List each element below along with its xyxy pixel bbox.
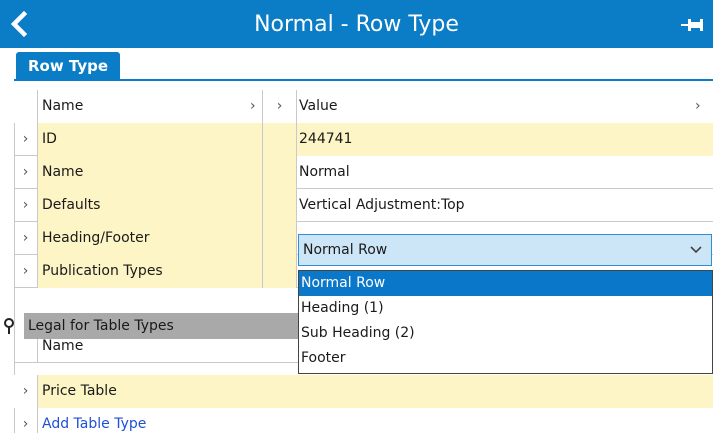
option-normal-row[interactable]: Normal Row xyxy=(299,271,712,296)
property-value-defaults[interactable]: Vertical Adjustment:Top xyxy=(297,189,713,222)
tab-strip: Row Type xyxy=(0,48,713,84)
heading-footer-select-value: Normal Row xyxy=(303,242,388,258)
row-spacer xyxy=(263,222,297,255)
property-label: Name xyxy=(38,156,263,189)
legal-add-row[interactable]: › Add Table Type xyxy=(14,408,713,433)
legal-section-header: Legal for Table Types xyxy=(0,313,298,339)
row-spacer xyxy=(263,189,297,222)
row-expand-arrow[interactable]: › xyxy=(14,255,38,288)
property-label: Defaults xyxy=(38,189,263,222)
column-header-value-label: Value xyxy=(299,98,338,114)
column-collapse-toggle[interactable]: › xyxy=(263,90,297,123)
column-header-name-label: Name xyxy=(42,98,84,114)
header-spacer xyxy=(14,90,38,123)
row-spacer xyxy=(263,255,297,288)
chevron-right-icon: › xyxy=(250,98,256,114)
pin-button[interactable] xyxy=(681,14,705,36)
row-expand-arrow[interactable]: › xyxy=(14,408,38,433)
chevron-right-icon: › xyxy=(695,98,701,114)
tab-underline xyxy=(14,79,713,81)
row-spacer xyxy=(263,156,297,189)
row-expand-arrow[interactable]: › xyxy=(14,189,38,222)
property-label: ID xyxy=(38,123,263,156)
property-row-id[interactable]: › ID 244741 xyxy=(14,123,713,156)
column-header-value[interactable]: Value › xyxy=(297,90,713,123)
window-title: Normal - Row Type xyxy=(254,12,459,37)
row-expand-arrow[interactable]: › xyxy=(14,123,38,156)
tab-row-type[interactable]: Row Type xyxy=(16,52,121,80)
row-expand-arrow[interactable]: › xyxy=(14,222,38,255)
option-heading-1[interactable]: Heading (1) xyxy=(299,296,712,321)
column-header-name[interactable]: Name › xyxy=(38,90,263,123)
row-spacer xyxy=(263,123,297,156)
property-label: Heading/Footer xyxy=(38,222,263,255)
property-row-name[interactable]: › Name Normal xyxy=(14,156,713,189)
option-footer[interactable]: Footer xyxy=(299,346,712,371)
legal-section-title: Legal for Table Types xyxy=(24,313,298,339)
legal-item-label: Price Table xyxy=(38,375,713,408)
property-row-defaults[interactable]: › Defaults Vertical Adjustment:Top xyxy=(14,189,713,222)
property-value-id: 244741 xyxy=(297,123,713,156)
option-sub-heading-2[interactable]: Sub Heading (2) xyxy=(299,321,712,346)
add-table-type-link[interactable]: Add Table Type xyxy=(38,408,438,433)
property-label: Publication Types xyxy=(38,255,263,288)
pushpin-icon[interactable] xyxy=(2,318,16,334)
row-expand-arrow[interactable]: › xyxy=(14,375,38,408)
heading-footer-options: Normal Row Heading (1) Sub Heading (2) F… xyxy=(298,270,713,374)
heading-footer-select[interactable]: Normal Row xyxy=(298,234,712,266)
title-bar: Normal - Row Type xyxy=(0,0,713,48)
property-value-name[interactable]: Normal xyxy=(297,156,713,189)
row-expand-arrow[interactable]: › xyxy=(14,156,38,189)
chevron-down-icon xyxy=(690,246,702,254)
pin-icon xyxy=(681,19,703,31)
legal-row-price-table[interactable]: › Price Table xyxy=(14,375,713,408)
grid-header-row: Name › › Value › xyxy=(14,90,713,123)
